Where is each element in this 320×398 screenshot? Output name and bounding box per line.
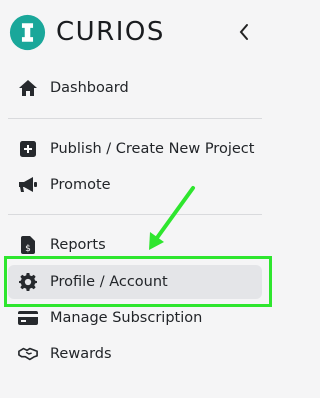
nav-item-promote[interactable]: Promote — [8, 168, 262, 202]
home-icon — [18, 78, 38, 98]
brand[interactable]: CURIOS — [9, 13, 165, 51]
nav-item-rewards[interactable]: Rewards — [8, 337, 262, 371]
invoice-icon: $ — [18, 235, 38, 255]
handshake-icon — [18, 344, 38, 364]
nav-item-manage-subscription[interactable]: Manage Subscription — [8, 301, 262, 335]
credit-card-icon — [18, 308, 38, 328]
nav-item-label: Manage Subscription — [50, 310, 203, 326]
nav-item-label: Reports — [50, 237, 106, 253]
divider — [8, 118, 262, 119]
nav-item-reports[interactable]: $ Reports — [8, 228, 262, 262]
sidebar: CURIOS Dashboard Publish / Create New Pr… — [0, 0, 285, 398]
gear-icon — [18, 272, 38, 292]
nav-item-publish[interactable]: Publish / Create New Project — [8, 132, 262, 166]
curios-logo-icon — [9, 14, 46, 50]
nav-item-label: Profile / Account — [50, 274, 168, 290]
nav-item-label: Promote — [50, 177, 111, 193]
nav-item-profile-account[interactable]: Profile / Account — [8, 265, 262, 299]
svg-text:$: $ — [25, 244, 31, 254]
nav-item-label: Publish / Create New Project — [50, 141, 255, 157]
nav-item-dashboard[interactable]: Dashboard — [8, 71, 262, 105]
chevron-left-icon[interactable] — [236, 21, 252, 43]
nav-item-label: Rewards — [50, 346, 112, 362]
plus-square-icon — [18, 139, 38, 159]
divider — [8, 214, 262, 215]
nav-item-label: Dashboard — [50, 80, 129, 96]
megaphone-icon — [18, 175, 38, 195]
brand-name: CURIOS — [56, 17, 165, 47]
